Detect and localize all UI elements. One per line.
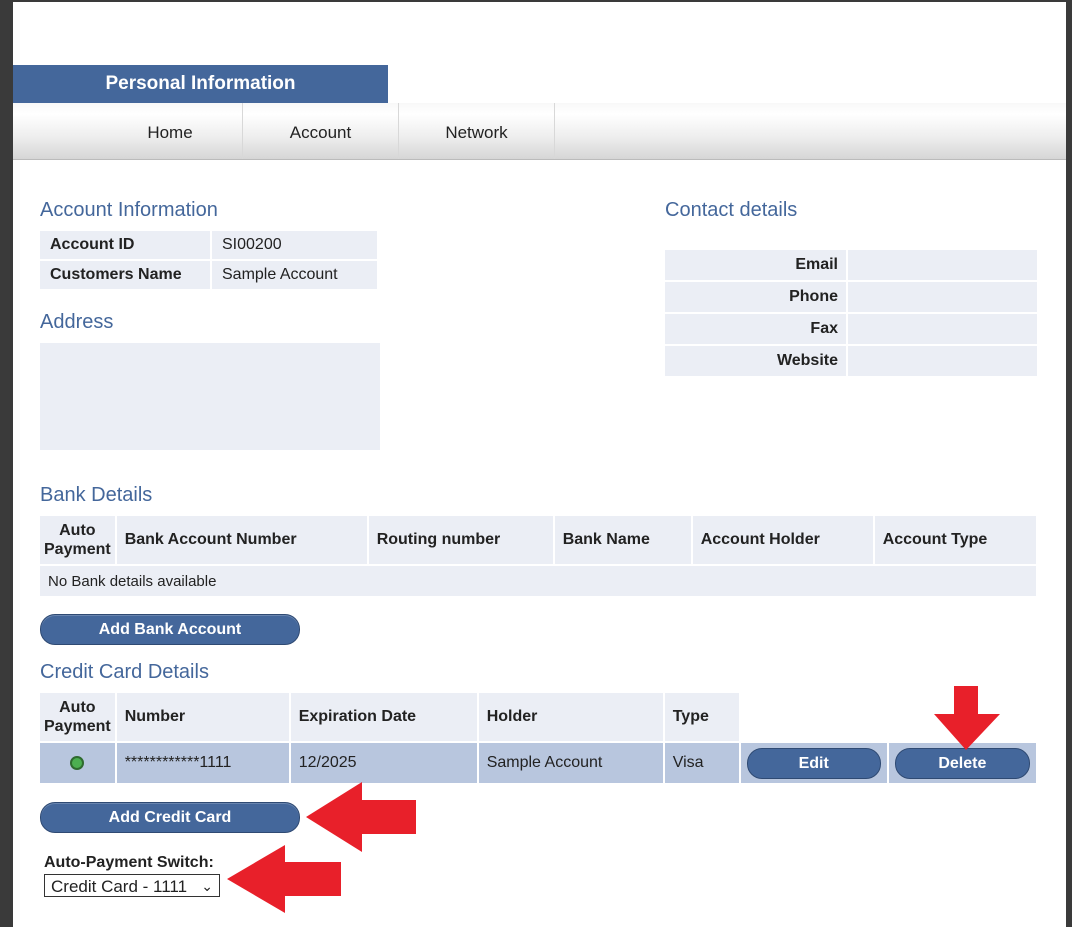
contact-table: Email Phone Fax Website xyxy=(663,248,1039,378)
website-value xyxy=(848,346,1037,376)
page-title: Personal Information xyxy=(13,65,388,103)
card-type: Visa xyxy=(664,743,739,783)
table-row: Email xyxy=(665,250,1037,280)
bank-heading: Bank Details xyxy=(40,484,153,506)
nav-item-account[interactable]: Account xyxy=(243,103,399,159)
table-row: Website xyxy=(665,346,1037,376)
account-id-label: Account ID xyxy=(40,231,210,259)
table-row: No Bank details available xyxy=(40,566,1036,596)
column-header: Routing number xyxy=(368,516,553,564)
column-header: Bank Account Number xyxy=(116,516,367,564)
arrow-left-icon xyxy=(306,782,416,852)
credit-card-heading: Credit Card Details xyxy=(40,661,209,683)
card-holder: Sample Account xyxy=(478,743,663,783)
address-box xyxy=(40,343,380,450)
add-bank-account-button[interactable]: Add Bank Account xyxy=(40,614,300,645)
edit-button[interactable]: Edit xyxy=(746,747,881,779)
account-id-value: SI00200 xyxy=(212,231,377,259)
customer-name-label: Customers Name xyxy=(40,261,210,289)
arrow-left-icon xyxy=(227,845,341,913)
edit-cell: Edit xyxy=(740,743,887,783)
column-header: Account Holder xyxy=(692,516,873,564)
table-header-row: Auto Payment Bank Account Number Routing… xyxy=(40,516,1036,564)
bank-table: Auto Payment Bank Account Number Routing… xyxy=(38,514,1038,598)
customer-name-value: Sample Account xyxy=(212,261,377,289)
email-value xyxy=(848,250,1037,280)
status-dot-icon xyxy=(70,755,85,770)
column-header: Number xyxy=(116,693,289,741)
page: Personal Information Home Account Networ… xyxy=(13,2,1066,927)
contact-heading: Contact details xyxy=(665,199,798,221)
column-header-empty xyxy=(741,693,887,741)
auto-payment-cell xyxy=(40,743,115,783)
column-header: Expiration Date xyxy=(290,693,477,741)
column-header: Type xyxy=(664,693,739,741)
table-header-row: Auto Payment Number Expiration Date Hold… xyxy=(40,693,1036,741)
chevron-down-icon: ⌄ xyxy=(201,878,213,894)
nav-bar: Home Account Network xyxy=(13,103,1066,160)
auto-payment-select-value: Credit Card - 1111 xyxy=(51,877,188,896)
fax-value xyxy=(848,314,1037,344)
table-row: Customers Name Sample Account xyxy=(40,261,377,289)
column-header: Auto Payment xyxy=(40,693,115,741)
column-header: Auto Payment xyxy=(40,516,115,564)
nav-item-home[interactable]: Home xyxy=(98,103,243,159)
bank-empty-message: No Bank details available xyxy=(40,566,1036,596)
fax-label: Fax xyxy=(665,314,846,344)
delete-button[interactable]: Delete xyxy=(894,747,1030,779)
credit-card-table: Auto Payment Number Expiration Date Hold… xyxy=(38,691,1038,785)
add-credit-card-button[interactable]: Add Credit Card xyxy=(40,802,300,833)
address-heading: Address xyxy=(40,311,114,333)
nav-item-network[interactable]: Network xyxy=(399,103,555,159)
account-info-table: Account ID SI00200 Customers Name Sample… xyxy=(38,229,379,291)
table-row: Account ID SI00200 xyxy=(40,231,377,259)
column-header: Holder xyxy=(478,693,663,741)
phone-label: Phone xyxy=(665,282,846,312)
account-info-heading: Account Information xyxy=(40,199,218,221)
arrow-down-icon xyxy=(934,686,1000,750)
column-header: Bank Name xyxy=(554,516,691,564)
table-row: Phone xyxy=(665,282,1037,312)
email-label: Email xyxy=(665,250,846,280)
auto-payment-switch-label: Auto-Payment Switch: xyxy=(44,854,214,871)
phone-value xyxy=(848,282,1037,312)
card-number: ************1111 xyxy=(116,743,289,783)
auto-payment-select[interactable]: Credit Card - 1111 ⌄ xyxy=(44,874,220,897)
table-row: ************1111 12/2025 Sample Account … xyxy=(40,743,1036,783)
card-expiration: 12/2025 xyxy=(290,743,477,783)
table-row: Fax xyxy=(665,314,1037,344)
column-header: Account Type xyxy=(874,516,1036,564)
website-label: Website xyxy=(665,346,846,376)
